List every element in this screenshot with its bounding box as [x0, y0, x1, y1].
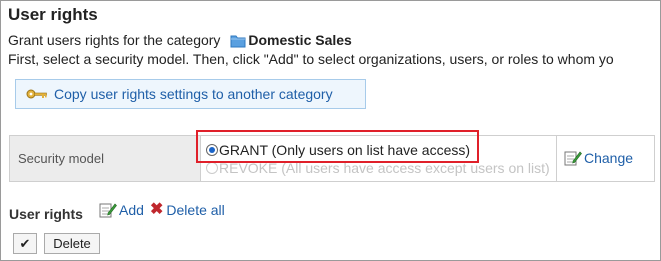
delete-all-label: Delete all	[166, 202, 225, 218]
category-name: Domestic Sales	[248, 32, 352, 48]
add-icon	[99, 202, 117, 218]
page-title: User rights	[8, 5, 98, 24]
description-text: Grant users rights for the category	[8, 32, 221, 48]
copy-rights-button[interactable]: Copy user rights settings to another cat…	[15, 79, 366, 109]
change-link[interactable]: Change	[564, 150, 633, 166]
category-description: Grant users rights for the category Dome…	[8, 32, 352, 51]
delete-icon: ✖	[150, 201, 164, 218]
revoke-radio	[206, 162, 218, 174]
add-label: Add	[119, 202, 144, 218]
instructions-text: First, select a security model. Then, cl…	[8, 51, 614, 67]
security-model-header: Security model	[10, 136, 201, 181]
key-icon	[26, 87, 48, 101]
page-frame: User rights Grant users rights for the c…	[0, 0, 661, 261]
select-all-checkbox-button[interactable]: ✔	[13, 233, 37, 254]
edit-icon	[564, 150, 582, 166]
change-label: Change	[584, 150, 634, 166]
column-divider	[556, 136, 557, 181]
user-rights-label: User rights	[9, 206, 83, 222]
highlight-box	[196, 130, 479, 163]
delete-all-link[interactable]: ✖ Delete all	[150, 201, 225, 219]
folder-icon	[230, 34, 246, 51]
copy-rights-label: Copy user rights settings to another cat…	[54, 86, 333, 102]
add-link[interactable]: Add	[99, 202, 144, 218]
delete-button[interactable]: Delete	[44, 233, 100, 254]
